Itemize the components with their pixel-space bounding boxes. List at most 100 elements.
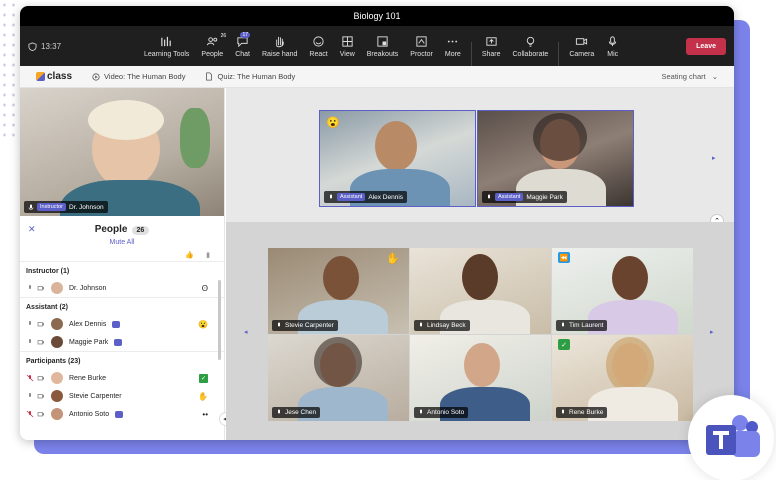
mic-icon xyxy=(330,194,332,198)
rewind-icon: ⏪ xyxy=(558,252,570,263)
participant-name: Stevie Carpenter xyxy=(285,322,334,329)
participants-section-header: Participants (23) xyxy=(20,351,224,369)
camera-icon xyxy=(37,340,44,345)
camera-button[interactable]: Camera xyxy=(563,26,600,66)
mute-all-button[interactable]: Mute All xyxy=(20,239,224,246)
eyes-icon: •• xyxy=(202,409,208,419)
avatar xyxy=(51,282,63,294)
avatar xyxy=(51,372,63,384)
mic-icon xyxy=(29,285,31,289)
video-tile-label: Assistant Maggie Park xyxy=(482,191,567,203)
tab-quiz[interactable]: Quiz: The Human Body xyxy=(205,72,295,81)
instructor-video-tile[interactable]: Instructor Dr. Johnson xyxy=(20,88,224,216)
people-panel-header: ✕ People 26 xyxy=(20,216,224,236)
video-tile[interactable]: Lindsay Beck xyxy=(410,248,551,334)
avatar xyxy=(51,408,63,420)
meeting-toolbar: 13:37 Learning Tools 26 People 17 Chat R… xyxy=(20,26,734,66)
more-button[interactable]: More xyxy=(439,26,467,66)
participant-name: Antonio Soto xyxy=(69,410,110,418)
people-list-header-icons: 👍 ▮ xyxy=(20,246,224,261)
leave-button[interactable]: Leave xyxy=(686,37,726,55)
chevron-right-icon[interactable]: ▸ xyxy=(712,154,716,162)
collaborate-label: Collaborate xyxy=(512,50,549,58)
class-logo-icon xyxy=(36,72,45,81)
list-item[interactable]: Alex Dennis 😮 xyxy=(20,315,224,333)
react-button[interactable]: React xyxy=(303,26,333,66)
mic-icon xyxy=(420,409,422,414)
collaborate-button[interactable]: Collaborate xyxy=(507,26,555,66)
video-tile[interactable]: ⏪ Tim Laurent xyxy=(552,248,693,334)
mic-off-icon xyxy=(26,410,34,418)
hearing-icon: ʘ xyxy=(201,283,208,293)
participant-name: Maggie Park xyxy=(526,193,563,201)
smile-icon xyxy=(313,35,324,47)
participant-hair xyxy=(533,113,587,161)
role-tag: Instructor xyxy=(37,203,66,211)
camera-icon xyxy=(37,376,44,381)
raised-hand-icon: ✋ xyxy=(198,391,208,401)
teams-logo xyxy=(688,395,774,480)
list-item[interactable]: Antonio Soto •• xyxy=(20,405,224,423)
tab-video-label: Video: The Human Body xyxy=(104,72,186,81)
participant-name: Tim Laurent xyxy=(569,322,604,329)
participant-name: Alex Dennis xyxy=(69,320,107,328)
list-item[interactable]: Rene Burke ✓ xyxy=(20,369,224,387)
learning-tools-button[interactable]: Learning Tools xyxy=(138,26,195,66)
share-label: Share xyxy=(481,50,501,58)
chat-button[interactable]: 17 Chat xyxy=(229,26,256,66)
shield-icon xyxy=(28,41,37,51)
list-item[interactable]: Stevie Carpenter ✋ xyxy=(20,387,224,405)
avatar xyxy=(51,336,63,348)
tab-video[interactable]: Video: The Human Body xyxy=(92,72,185,81)
chevron-left-icon[interactable]: ◂ xyxy=(244,328,248,336)
mic-icon xyxy=(29,339,31,343)
share-button[interactable]: Share xyxy=(476,26,507,66)
mic-button[interactable]: Mic xyxy=(600,26,625,66)
mic-icon xyxy=(29,393,31,397)
video-tile-label: Assistant Alex Dennis xyxy=(324,191,408,203)
instructor-section-header: Instructor (1) xyxy=(20,261,224,279)
camera-icon xyxy=(37,412,44,417)
video-tile[interactable]: ✋ Stevie Carpenter xyxy=(268,248,409,334)
mic-icon xyxy=(28,204,34,210)
avatar xyxy=(51,390,63,402)
trash-icon[interactable]: ▮ xyxy=(206,251,210,259)
people-button[interactable]: 26 People xyxy=(195,26,229,66)
people-list-scrollbar[interactable] xyxy=(218,280,221,360)
teams-logo-icon xyxy=(706,415,760,457)
mic-icon xyxy=(278,322,280,327)
list-item[interactable]: Maggie Park xyxy=(20,333,224,351)
react-label: React xyxy=(309,50,328,58)
camera-icon xyxy=(37,286,44,291)
video-tile[interactable]: Jese Chen xyxy=(268,335,409,421)
breakout-icon xyxy=(377,35,388,47)
people-icon xyxy=(206,36,218,45)
video-tile[interactable]: 😮 Assistant Alex Dennis xyxy=(319,110,476,207)
chevron-right-icon[interactable]: ▸ xyxy=(710,328,714,336)
tab-quiz-label: Quiz: The Human Body xyxy=(217,72,296,81)
people-count-badge: 26 xyxy=(220,33,227,39)
video-tile[interactable]: ✓ Rene Burke xyxy=(552,335,693,421)
view-button[interactable]: View xyxy=(334,26,361,66)
participant-name: Stevie Carpenter xyxy=(69,392,122,400)
share-icon xyxy=(486,36,497,46)
raise-hand-label: Raise hand xyxy=(262,50,298,58)
raise-hand-button[interactable]: Raise hand xyxy=(256,26,303,66)
thumbs-up-icon[interactable]: 👍 xyxy=(185,251,194,259)
breakouts-button[interactable]: Breakouts xyxy=(361,26,405,66)
list-item[interactable]: Dr. Johnson ʘ xyxy=(20,279,224,297)
video-tile[interactable]: Assistant Maggie Park xyxy=(477,110,634,207)
proctor-icon xyxy=(416,35,427,47)
video-tile-label: Lindsay Beck xyxy=(414,320,470,331)
play-icon xyxy=(92,72,100,81)
instructor-video-label: Instructor Dr. Johnson xyxy=(24,201,108,213)
proctor-label: Proctor xyxy=(410,50,433,58)
video-tile[interactable]: Antonio Soto xyxy=(410,335,551,421)
seating-chart-dropdown[interactable]: Seating chart ⌄ xyxy=(662,72,719,81)
bulb-icon xyxy=(526,36,535,47)
camera-label: Camera xyxy=(569,50,595,58)
close-icon[interactable]: ✕ xyxy=(28,224,36,235)
chat-icon xyxy=(115,410,124,418)
participant-name: Maggie Park xyxy=(69,338,109,346)
proctor-button[interactable]: Proctor xyxy=(404,26,439,66)
